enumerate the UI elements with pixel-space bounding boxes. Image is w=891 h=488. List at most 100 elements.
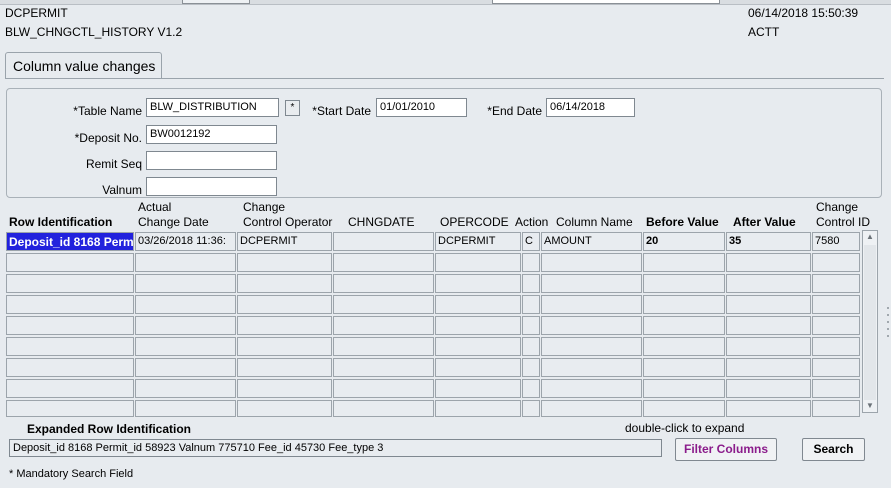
empty-cell-control-id[interactable] <box>812 316 860 335</box>
empty-cell-opercode[interactable] <box>435 274 521 293</box>
empty-cell-change-date[interactable] <box>135 253 236 272</box>
cell-chngdate[interactable] <box>333 232 434 251</box>
cell-after-value[interactable]: 35 <box>726 232 811 251</box>
empty-cell-column-name[interactable] <box>541 337 642 356</box>
empty-cell-change-date[interactable] <box>135 316 236 335</box>
empty-cell-before-value[interactable] <box>643 274 725 293</box>
empty-cell-opercode[interactable] <box>435 358 521 377</box>
cell-column-name[interactable]: AMOUNT <box>541 232 642 251</box>
empty-cell-chngdate[interactable] <box>333 379 434 398</box>
scroll-thumb[interactable] <box>864 245 876 400</box>
empty-cell-action[interactable] <box>522 274 540 293</box>
empty-cell-chngdate[interactable] <box>333 316 434 335</box>
empty-cell-after-value[interactable] <box>726 274 811 293</box>
empty-cell-chngdate[interactable] <box>333 400 434 417</box>
empty-cell-column-name[interactable] <box>541 358 642 377</box>
empty-cell-opercode[interactable] <box>435 379 521 398</box>
empty-cell-action[interactable] <box>522 379 540 398</box>
tab-column-value-changes[interactable]: Column value changes <box>5 52 162 79</box>
empty-cell-chngdate[interactable] <box>333 295 434 314</box>
empty-cell-before-value[interactable] <box>643 379 725 398</box>
empty-cell-chngdate[interactable] <box>333 358 434 377</box>
cell-opercode[interactable]: DCPERMIT <box>435 232 521 251</box>
empty-cell-after-value[interactable] <box>726 337 811 356</box>
empty-cell-row-identification[interactable] <box>6 379 134 398</box>
empty-cell-row-identification[interactable] <box>6 358 134 377</box>
toolbar-field[interactable] <box>182 0 250 4</box>
empty-cell-column-name[interactable] <box>541 400 642 417</box>
empty-cell-operator[interactable] <box>237 337 332 356</box>
empty-cell-row-identification[interactable] <box>6 253 134 272</box>
empty-cell-row-identification[interactable] <box>6 337 134 356</box>
empty-cell-action[interactable] <box>522 295 540 314</box>
empty-cell-before-value[interactable] <box>643 295 725 314</box>
empty-cell-action[interactable] <box>522 400 540 417</box>
empty-cell-opercode[interactable] <box>435 253 521 272</box>
empty-cell-column-name[interactable] <box>541 316 642 335</box>
scroll-down-arrow-icon[interactable]: ▼ <box>863 400 877 412</box>
goto-field[interactable] <box>492 0 720 4</box>
empty-cell-change-date[interactable] <box>135 379 236 398</box>
empty-cell-before-value[interactable] <box>643 358 725 377</box>
empty-cell-opercode[interactable] <box>435 295 521 314</box>
empty-cell-after-value[interactable] <box>726 358 811 377</box>
empty-cell-opercode[interactable] <box>435 400 521 417</box>
search-button[interactable]: Search <box>802 438 865 461</box>
cell-operator[interactable]: DCPERMIT <box>237 232 332 251</box>
remit-seq-input[interactable] <box>146 151 277 170</box>
empty-cell-row-identification[interactable] <box>6 400 134 417</box>
empty-cell-control-id[interactable] <box>812 337 860 356</box>
empty-cell-row-identification[interactable] <box>6 316 134 335</box>
empty-cell-column-name[interactable] <box>541 379 642 398</box>
empty-cell-control-id[interactable] <box>812 274 860 293</box>
scroll-up-arrow-icon[interactable]: ▲ <box>863 231 877 243</box>
empty-cell-change-date[interactable] <box>135 358 236 377</box>
cell-change-date[interactable]: 03/26/2018 11:36: <box>135 232 236 251</box>
empty-cell-operator[interactable] <box>237 400 332 417</box>
expanded-row-field[interactable]: Deposit_id 8168 Permit_id 58923 Valnum 7… <box>9 439 662 457</box>
empty-cell-change-date[interactable] <box>135 337 236 356</box>
empty-cell-row-identification[interactable] <box>6 274 134 293</box>
empty-cell-control-id[interactable] <box>812 358 860 377</box>
empty-cell-chngdate[interactable] <box>333 274 434 293</box>
empty-cell-after-value[interactable] <box>726 400 811 417</box>
grid-scrollbar[interactable]: ▲ ▼ <box>862 230 878 413</box>
empty-cell-change-date[interactable] <box>135 295 236 314</box>
cell-row-identification[interactable]: Deposit_id 8168 Permit_id 58923 Valnum 7… <box>6 232 134 251</box>
empty-cell-action[interactable] <box>522 253 540 272</box>
empty-cell-operator[interactable] <box>237 379 332 398</box>
empty-cell-after-value[interactable] <box>726 379 811 398</box>
empty-cell-operator[interactable] <box>237 295 332 314</box>
empty-cell-row-identification[interactable] <box>6 295 134 314</box>
empty-cell-opercode[interactable] <box>435 316 521 335</box>
empty-cell-action[interactable] <box>522 358 540 377</box>
empty-cell-column-name[interactable] <box>541 274 642 293</box>
end-date-input[interactable]: 06/14/2018 <box>546 98 635 117</box>
empty-cell-column-name[interactable] <box>541 295 642 314</box>
start-date-input[interactable]: 01/01/2010 <box>376 98 467 117</box>
empty-cell-operator[interactable] <box>237 253 332 272</box>
empty-cell-control-id[interactable] <box>812 253 860 272</box>
valnum-input[interactable] <box>146 177 277 196</box>
empty-cell-after-value[interactable] <box>726 253 811 272</box>
empty-cell-before-value[interactable] <box>643 400 725 417</box>
empty-cell-control-id[interactable] <box>812 379 860 398</box>
cell-action[interactable]: C <box>522 232 540 251</box>
empty-cell-opercode[interactable] <box>435 337 521 356</box>
empty-cell-operator[interactable] <box>237 316 332 335</box>
empty-cell-before-value[interactable] <box>643 253 725 272</box>
empty-cell-column-name[interactable] <box>541 253 642 272</box>
cell-before-value[interactable]: 20 <box>643 232 725 251</box>
empty-cell-change-date[interactable] <box>135 274 236 293</box>
empty-cell-after-value[interactable] <box>726 316 811 335</box>
empty-cell-control-id[interactable] <box>812 400 860 417</box>
deposit-no-input[interactable]: BW0012192 <box>146 125 277 144</box>
empty-cell-chngdate[interactable] <box>333 337 434 356</box>
table-name-lov-button[interactable]: * <box>285 100 300 116</box>
filter-columns-button[interactable]: Filter Columns <box>675 438 777 461</box>
empty-cell-change-date[interactable] <box>135 400 236 417</box>
empty-cell-chngdate[interactable] <box>333 253 434 272</box>
empty-cell-before-value[interactable] <box>643 337 725 356</box>
empty-cell-after-value[interactable] <box>726 295 811 314</box>
empty-cell-control-id[interactable] <box>812 295 860 314</box>
